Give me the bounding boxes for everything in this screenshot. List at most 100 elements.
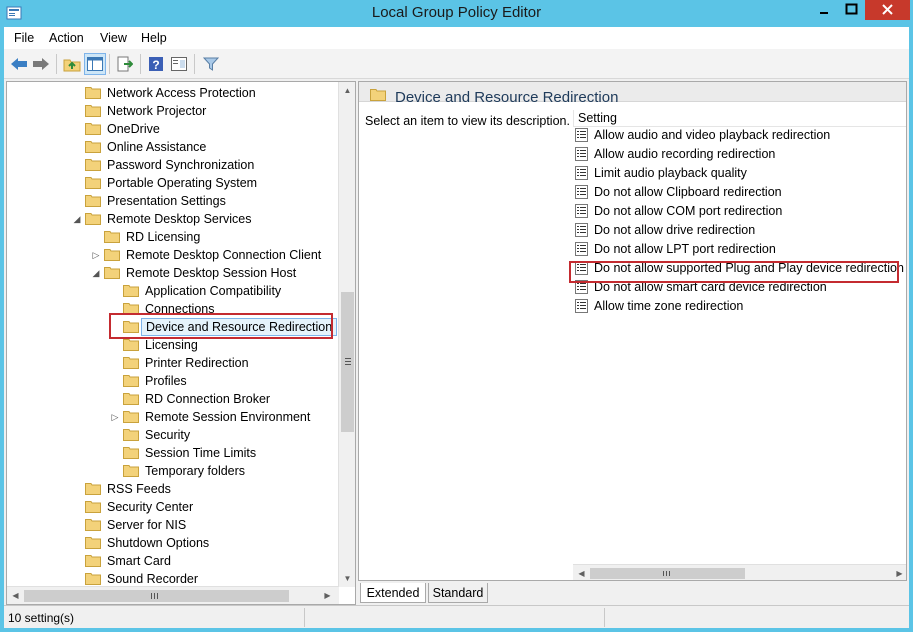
tree-node[interactable]: Application Compatibility: [7, 282, 339, 300]
tree-node[interactable]: ◢ Remote Desktop Services: [7, 210, 339, 228]
tree-node[interactable]: ▷ Remote Session Environment: [7, 408, 339, 426]
setting-row[interactable]: Allow audio recording redirection: [575, 145, 905, 164]
tree-node[interactable]: Smart Card: [7, 552, 339, 570]
selected-node-highlight-box: [109, 313, 333, 339]
tree-node-label: OneDrive: [107, 122, 160, 136]
tree-vertical-scrollbar[interactable]: ▲ ▼: [338, 82, 355, 587]
close-icon: [882, 4, 893, 15]
tree-horizontal-scrollbar[interactable]: ◀ ▶: [7, 586, 339, 604]
tree-node[interactable]: Password Synchronization: [7, 156, 339, 174]
tree-node[interactable]: Security Center: [7, 498, 339, 516]
menu-view[interactable]: View: [100, 31, 127, 45]
tree-node[interactable]: Security: [7, 426, 339, 444]
status-bar: 10 setting(s): [4, 605, 909, 628]
folder-icon: [123, 357, 139, 369]
collapse-arrow-icon[interactable]: ◢: [91, 267, 101, 279]
minimize-button[interactable]: [810, 0, 838, 20]
window-title: Local Group Policy Editor: [371, 4, 542, 21]
tree-node[interactable]: Shutdown Options: [7, 534, 339, 552]
menu-help[interactable]: Help: [141, 31, 167, 45]
scroll-up-arrow-icon[interactable]: ▲: [339, 82, 355, 99]
collapse-arrow-icon[interactable]: ◢: [72, 213, 82, 225]
menu-action[interactable]: Action: [49, 31, 84, 45]
tree-node-label: Portable Operating System: [107, 176, 258, 190]
filter-button[interactable]: [200, 53, 222, 75]
help-button[interactable]: ?: [145, 53, 167, 75]
setting-column-header[interactable]: Setting: [573, 110, 906, 127]
tree-node[interactable]: Printer Redirection: [7, 354, 339, 372]
setting-row[interactable]: Do not allow LPT port redirection: [575, 240, 905, 259]
tree-node[interactable]: Online Assistance: [7, 138, 339, 156]
grip-icon: [663, 571, 670, 576]
close-button[interactable]: [865, 0, 910, 20]
folder-icon: [104, 267, 120, 279]
setting-row[interactable]: Do not allow COM port redirection: [575, 202, 905, 221]
tree-node-label: Online Assistance: [107, 140, 207, 154]
folder-icon: [85, 159, 101, 171]
tree-node[interactable]: Network Access Protection: [7, 84, 339, 102]
setting-row[interactable]: Allow time zone redirection: [575, 297, 905, 316]
folder-icon: [123, 339, 139, 351]
setting-row[interactable]: Do not allow drive redirection: [575, 221, 905, 240]
tree-node[interactable]: Server for NIS: [7, 516, 339, 534]
setting-row[interactable]: Limit audio playback quality: [575, 164, 905, 183]
maximize-button[interactable]: [838, 0, 865, 20]
setting-row[interactable]: Do not allow Clipboard redirection: [575, 183, 905, 202]
tree-node-label: Remote Session Environment: [145, 410, 311, 424]
tree-node[interactable]: Profiles: [7, 372, 339, 390]
tree-node[interactable]: RD Connection Broker: [7, 390, 339, 408]
scroll-right-arrow-icon[interactable]: ▶: [319, 587, 336, 604]
tab-standard[interactable]: Standard: [428, 583, 488, 603]
folder-icon: [104, 249, 120, 261]
tree-node-label: Profiles: [145, 374, 187, 388]
tree-vertical-scroll-thumb[interactable]: [341, 292, 354, 432]
settings-horizontal-scroll-thumb[interactable]: [590, 568, 745, 579]
scroll-right-arrow-icon[interactable]: ▶: [891, 565, 906, 580]
setting-row[interactable]: Allow audio and video playback redirecti…: [575, 126, 905, 145]
tree-node[interactable]: ▷ Remote Desktop Connection Client: [7, 246, 339, 264]
tab-extended[interactable]: Extended: [360, 583, 426, 603]
forward-button[interactable]: [30, 53, 52, 75]
tree-node[interactable]: Temporary folders: [7, 462, 339, 480]
policy-setting-icon: [575, 204, 588, 218]
svg-text:?: ?: [152, 58, 159, 72]
show-hide-tree-button[interactable]: [84, 53, 106, 75]
tree-node[interactable]: ◢ Remote Desktop Session Host: [7, 264, 339, 282]
folder-icon: [123, 411, 139, 423]
tree-node[interactable]: Session Time Limits: [7, 444, 339, 462]
expand-arrow-icon[interactable]: ▷: [110, 411, 120, 423]
folder-icon: [85, 195, 101, 207]
tree-node[interactable]: Sound Recorder: [7, 570, 339, 587]
tree-node-label: Security Center: [107, 500, 194, 514]
tree-node-label: Smart Card: [107, 554, 171, 568]
tree-node[interactable]: Network Projector: [7, 102, 339, 120]
folder-icon: [85, 483, 101, 495]
policy-setting-icon: [575, 242, 588, 256]
help-icon: ?: [149, 57, 163, 72]
description-text: Select an item to view its description.: [365, 114, 570, 128]
properties-icon: [171, 57, 187, 71]
setting-label: Allow time zone redirection: [594, 299, 744, 313]
scroll-left-arrow-icon[interactable]: ◀: [7, 587, 24, 604]
tree-node[interactable]: RSS Feeds: [7, 480, 339, 498]
folder-icon: [85, 105, 101, 117]
filter-icon: [203, 57, 219, 71]
tree-node[interactable]: RD Licensing: [7, 228, 339, 246]
tree-node[interactable]: Presentation Settings: [7, 192, 339, 210]
export-list-button[interactable]: [114, 53, 136, 75]
tree-horizontal-scroll-thumb[interactable]: [24, 590, 289, 602]
scroll-down-arrow-icon[interactable]: ▼: [339, 570, 355, 587]
back-button[interactable]: [8, 53, 30, 75]
tree-node[interactable]: Portable Operating System: [7, 174, 339, 192]
menu-file[interactable]: File: [14, 31, 34, 45]
scroll-left-arrow-icon[interactable]: ◀: [573, 565, 590, 580]
expand-arrow-icon[interactable]: ▷: [91, 249, 101, 261]
folder-icon: [123, 465, 139, 477]
forward-arrow-icon: [33, 58, 49, 70]
up-one-level-button[interactable]: [61, 53, 83, 75]
tree-node-label: Temporary folders: [145, 464, 246, 478]
settings-horizontal-scrollbar[interactable]: ◀ ▶: [573, 564, 906, 580]
tree-node-label: Remote Desktop Session Host: [126, 266, 297, 280]
properties-button[interactable]: [168, 53, 190, 75]
tree-node[interactable]: OneDrive: [7, 120, 339, 138]
